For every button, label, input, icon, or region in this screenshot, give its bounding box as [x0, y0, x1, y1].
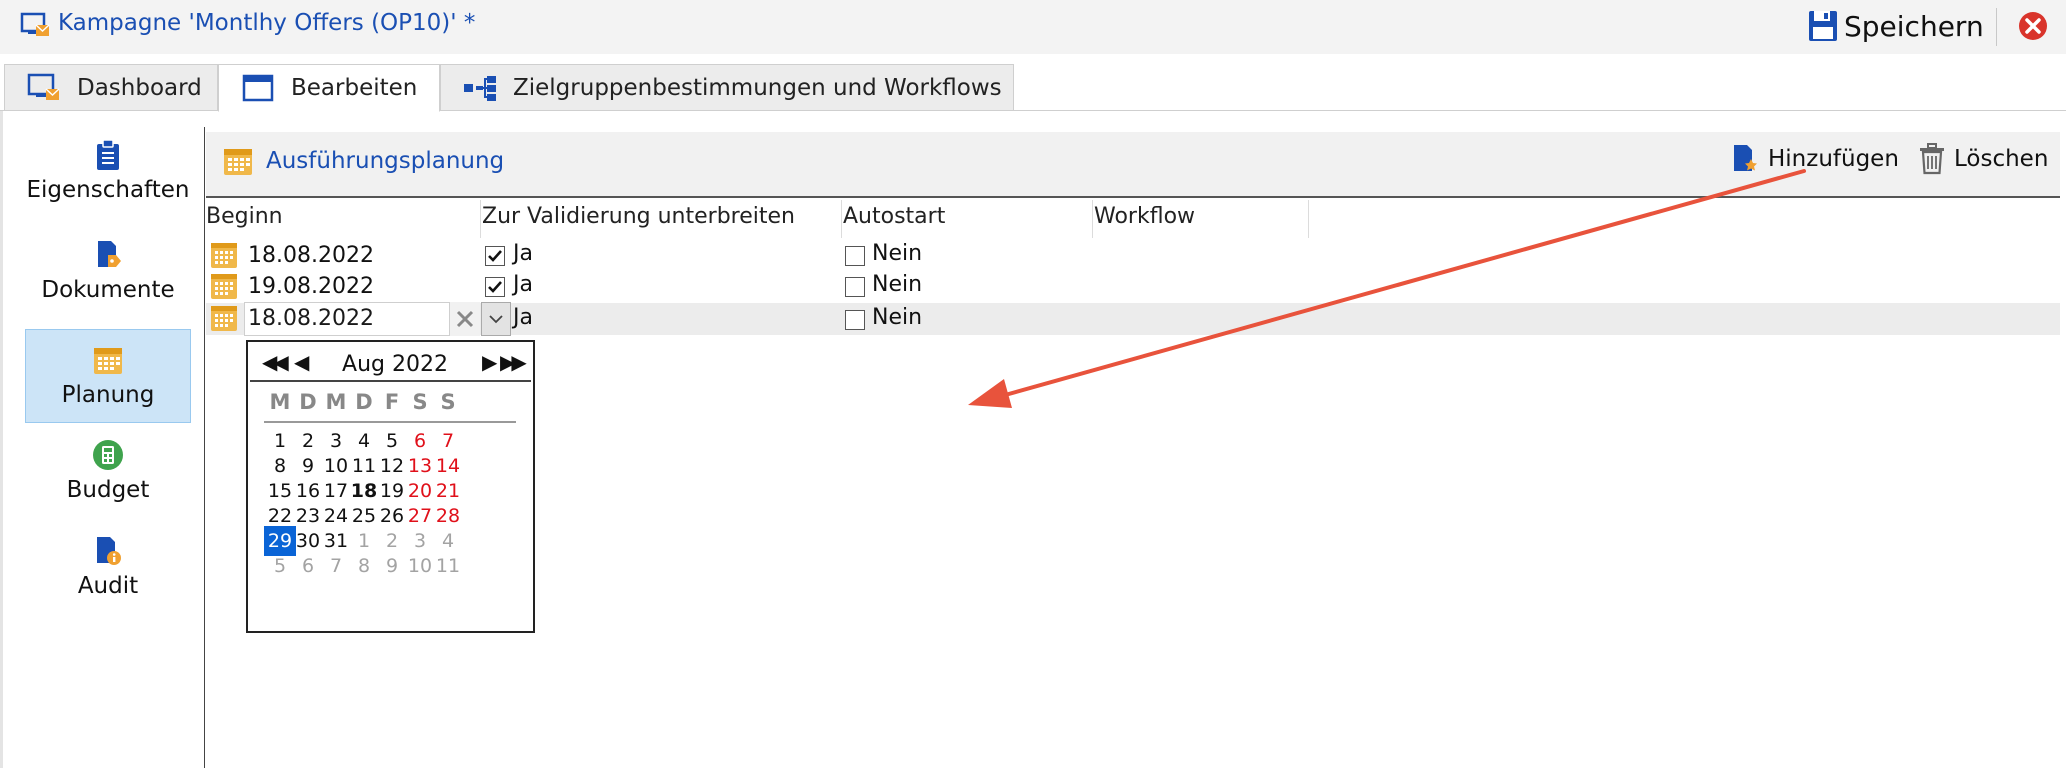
weekday-header: D: [355, 390, 373, 414]
sidebar-item-label: Eigenschaften: [26, 177, 190, 203]
tab-dashboard-label: Dashboard: [77, 74, 202, 101]
column-header-beginn[interactable]: Beginn: [206, 204, 283, 229]
sidebar-item-audit[interactable]: Audit: [25, 535, 191, 605]
autostart-label: Nein: [872, 272, 923, 297]
date-picker-popup: ◀◀ ◀ Aug 2022 ▶ ▶▶ MDMDFSS 1 2 3 4 5 6 7 8 9 10 11…: [246, 340, 535, 633]
validation-checkbox[interactable]: [485, 277, 505, 297]
clear-icon: [456, 310, 474, 328]
tab-bearbeiten-label: Bearbeiten: [291, 75, 418, 101]
weekday-header: S: [440, 390, 456, 414]
next-month-icon[interactable]: ▶: [482, 350, 498, 374]
column-separator: [841, 200, 842, 238]
autostart-label: Nein: [872, 241, 923, 266]
clipboard-icon: [97, 139, 119, 170]
prev-year-icon[interactable]: ◀◀: [262, 350, 289, 374]
sidebar-item-planung[interactable]: Planung: [25, 329, 191, 423]
grid-header-divider: [206, 196, 2060, 198]
weekday-header: M: [269, 390, 291, 414]
calendar-icon: [211, 274, 237, 299]
checkmark-icon: [488, 281, 502, 293]
chevron-down-icon: [489, 315, 503, 324]
weekday-divider: [264, 421, 516, 423]
autostart-checkbox[interactable]: [845, 246, 865, 266]
checkmark-icon: [488, 250, 502, 262]
title-separator: [1996, 8, 1997, 46]
add-button[interactable]: Hinzufügen: [1730, 143, 1899, 175]
delete-button[interactable]: Löschen: [1918, 143, 2048, 175]
sidebar: Eigenschaften Dokumente Planung Budget A…: [0, 111, 202, 768]
window-title: Kampagne 'Montlhy Offers (OP10)' *: [58, 10, 476, 36]
date-input[interactable]: 18.08.2022: [244, 302, 450, 336]
document-tag-icon: [98, 241, 121, 267]
column-header-workflow[interactable]: Workflow: [1094, 204, 1195, 229]
validation-label: Ja: [513, 305, 533, 330]
clear-date-button[interactable]: [450, 302, 480, 336]
floppy-disk-icon: [1809, 11, 1837, 41]
sidebar-item-dokumente[interactable]: Dokumente: [25, 239, 191, 309]
save-button-label: Speichern: [1844, 9, 1984, 43]
column-separator: [1092, 200, 1093, 238]
validation-checkbox[interactable]: [485, 246, 505, 266]
autostart-checkbox[interactable]: [845, 277, 865, 297]
calendar-day[interactable]: 11: [432, 551, 464, 581]
sidebar-item-eigenschaften[interactable]: Eigenschaften: [25, 139, 191, 209]
calendar-icon: [224, 149, 252, 175]
toolbar-title: Ausführungsplanung: [222, 145, 504, 177]
tab-dashboard[interactable]: Dashboard: [4, 64, 218, 111]
content-separator: [204, 127, 205, 768]
calendar-icon: [94, 348, 122, 374]
add-button-label: Hinzufügen: [1768, 146, 1899, 172]
sidebar-item-label: Budget: [66, 477, 150, 503]
calendar-icon: [211, 306, 237, 331]
autostart-label: Nein: [872, 305, 923, 330]
sidebar-item-budget[interactable]: Budget: [25, 439, 191, 509]
calendar-icon: [211, 243, 237, 268]
cell-beginn[interactable]: 19.08.2022: [248, 274, 374, 299]
date-picker-header: ◀◀ ◀ Aug 2022 ▶ ▶▶: [250, 344, 531, 382]
sidebar-item-label: Audit: [77, 573, 139, 599]
sidebar-item-label: Dokumente: [41, 277, 175, 303]
date-dropdown-button[interactable]: [481, 302, 511, 336]
workflow-icon: [464, 75, 496, 101]
weekday-header: S: [412, 390, 428, 414]
cell-beginn[interactable]: 18.08.2022: [248, 243, 374, 268]
campaign-icon: [20, 12, 50, 36]
next-year-icon[interactable]: ▶▶: [500, 350, 527, 374]
document-info-icon: [97, 537, 121, 565]
calculator-icon: [93, 440, 123, 470]
save-button[interactable]: Speichern: [1808, 8, 1984, 44]
column-header-validierung[interactable]: Zur Validierung unterbreiten: [482, 204, 795, 229]
close-icon[interactable]: [2017, 10, 2049, 42]
weekday-header: M: [325, 390, 347, 414]
column-separator: [1308, 200, 1309, 238]
prev-month-icon[interactable]: ◀: [294, 350, 310, 374]
validation-label: Ja: [513, 241, 533, 266]
column-header-autostart[interactable]: Autostart: [843, 204, 945, 229]
weekday-header: D: [299, 390, 317, 414]
column-separator: [480, 200, 481, 238]
validation-label: Ja: [513, 272, 533, 297]
delete-button-label: Löschen: [1954, 146, 2049, 172]
toolbar-title-label: Ausführungsplanung: [266, 148, 505, 174]
trash-icon: [1920, 143, 1944, 175]
weekday-header: F: [384, 390, 400, 414]
tab-zielgruppen-label: Zielgruppenbestimmungen und Workflows: [513, 74, 1002, 101]
add-document-icon: [1734, 145, 1757, 171]
autostart-checkbox[interactable]: [845, 310, 865, 330]
tab-zielgruppen-workflows[interactable]: Zielgruppenbestimmungen und Workflows: [440, 64, 1014, 111]
window-icon: [242, 74, 274, 102]
calendar-month-label: Aug 2022: [342, 352, 448, 377]
sidebar-item-label: Planung: [61, 382, 155, 408]
monitor-envelope-icon: [27, 73, 60, 100]
tab-bearbeiten[interactable]: Bearbeiten: [218, 64, 440, 112]
